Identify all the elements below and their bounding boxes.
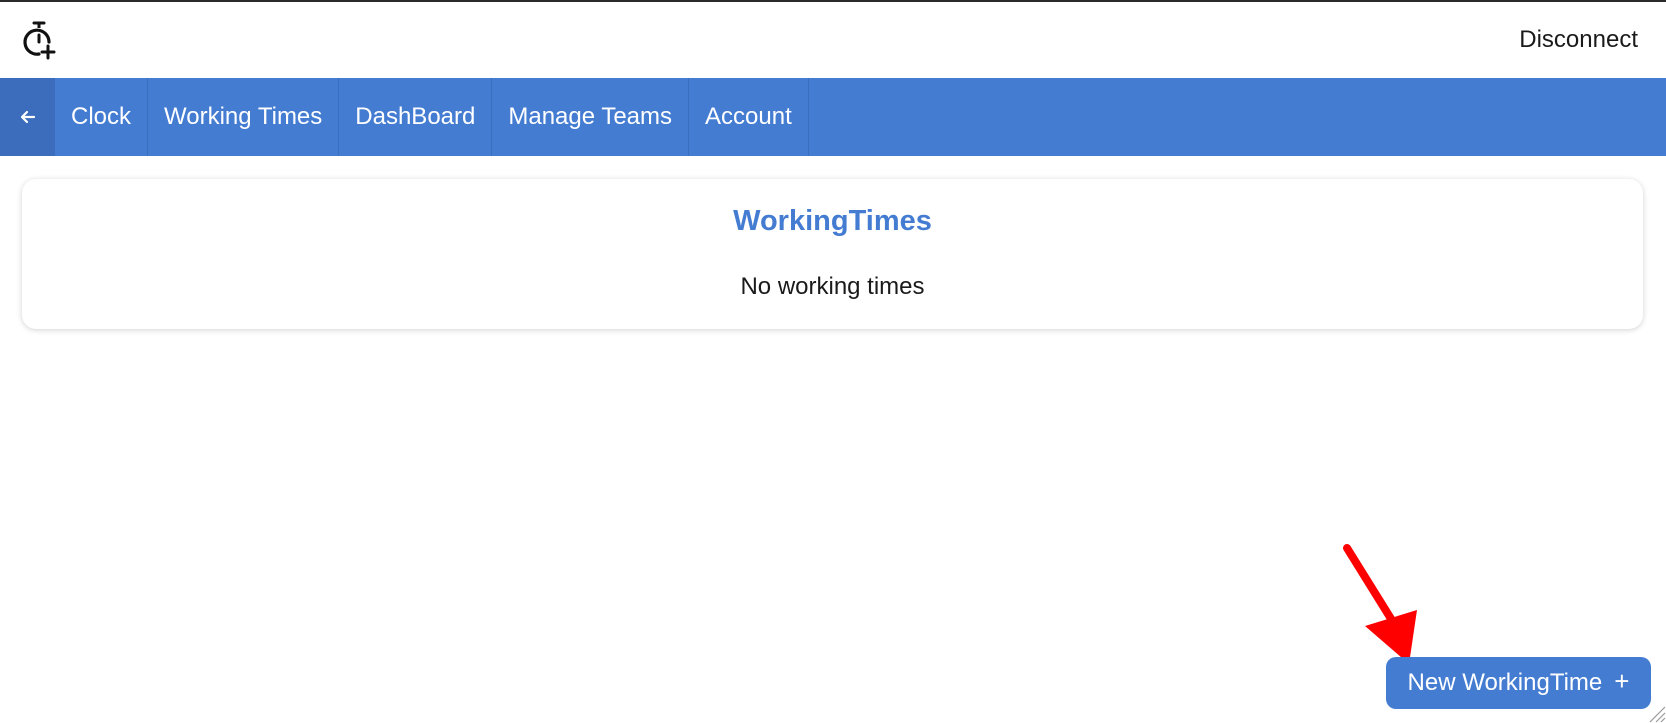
top-bar: Disconnect bbox=[0, 2, 1666, 78]
empty-state-message: No working times bbox=[740, 273, 925, 300]
nav-item-dashboard[interactable]: DashBoard bbox=[339, 78, 493, 156]
new-button-label: New WorkingTime bbox=[1407, 669, 1603, 696]
plus-icon: + bbox=[1614, 666, 1630, 696]
resize-handle-icon[interactable] bbox=[1646, 703, 1666, 723]
nav-item-clock[interactable]: Clock bbox=[55, 78, 149, 156]
nav-item-manage-teams[interactable]: Manage Teams bbox=[492, 78, 690, 156]
card-title: WorkingTimes bbox=[733, 205, 932, 237]
new-working-time-button[interactable]: New WorkingTime + bbox=[1386, 657, 1651, 709]
nav-item-account[interactable]: Account bbox=[689, 78, 809, 156]
back-button[interactable] bbox=[0, 78, 55, 156]
annotation-arrow bbox=[1343, 544, 1417, 664]
working-times-card: WorkingTimes No working times bbox=[22, 179, 1643, 329]
main-nav: Clock Working Times DashBoard Manage Tea… bbox=[0, 78, 1666, 156]
nav-item-working-times[interactable]: Working Times bbox=[148, 78, 340, 156]
stopwatch-plus-icon[interactable] bbox=[22, 20, 60, 60]
disconnect-link[interactable]: Disconnect bbox=[1519, 26, 1638, 54]
arrow-left-icon bbox=[20, 110, 35, 124]
